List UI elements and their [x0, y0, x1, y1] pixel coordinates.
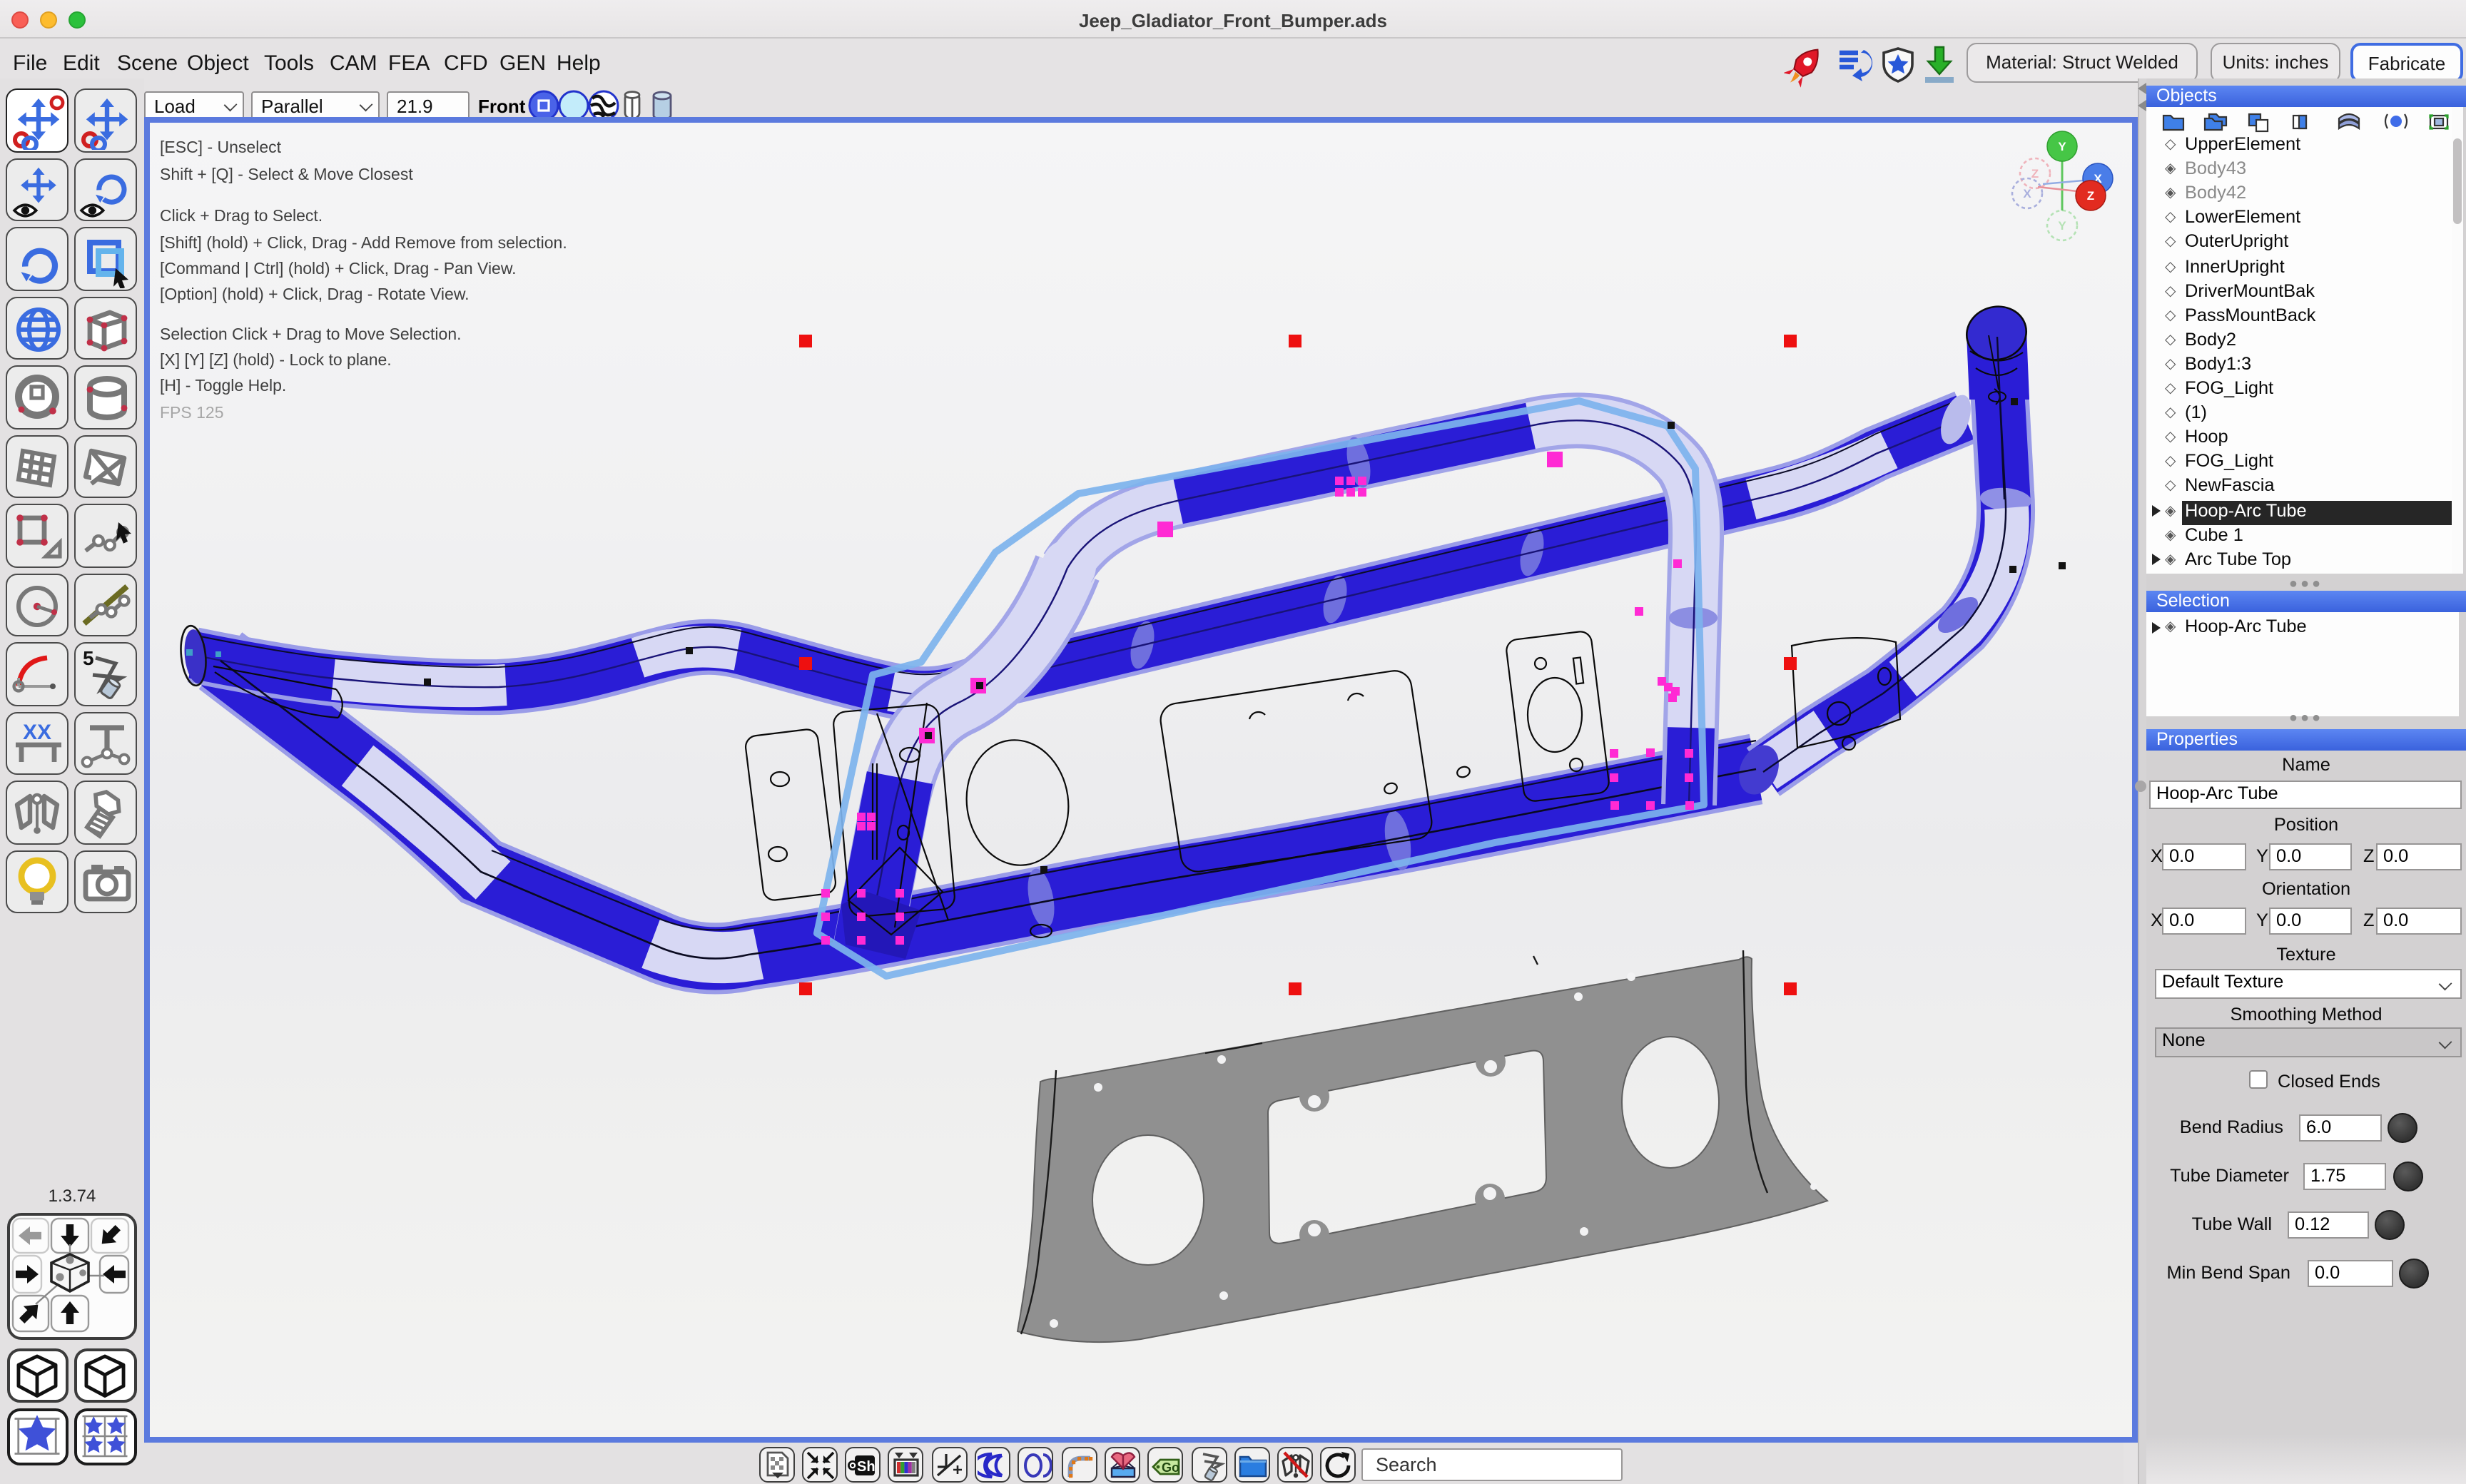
svg-text:Go: Go	[1162, 1460, 1179, 1475]
svg-text:XX: XX	[23, 720, 51, 743]
svg-text:Y: Y	[2058, 219, 2066, 233]
svg-text:5: 5	[83, 647, 94, 669]
svg-text:X: X	[2023, 187, 2031, 200]
svg-text:Z: Z	[2087, 189, 2094, 203]
svg-text:Y: Y	[2058, 140, 2066, 153]
svg-text:Sh: Sh	[857, 1459, 876, 1475]
svg-text:Z: Z	[2031, 167, 2039, 181]
